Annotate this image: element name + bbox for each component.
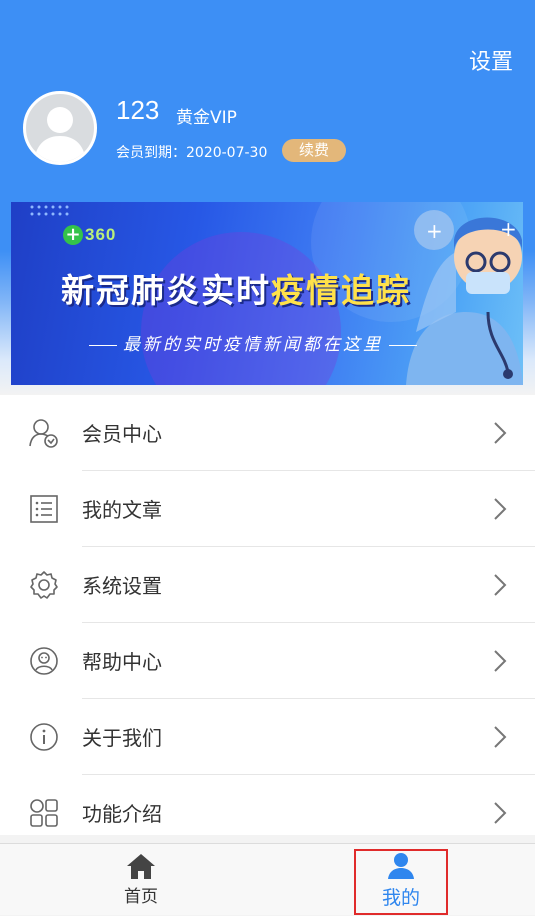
chevron-right-icon [494,726,507,748]
menu-item-member-center[interactable]: 会员中心 [0,395,535,471]
gear-icon [30,571,58,599]
member-icon [29,419,58,448]
menu-item-about-us[interactable]: 关于我们 [0,699,535,775]
divider-line [389,344,417,346]
chevron-right-icon [494,422,507,444]
vip-level: 黄金VIP [176,108,237,128]
banner-subtitle-text: 最新的实时疫情新闻都在这里 [123,335,383,355]
brand-logo-text: 360 [85,225,117,244]
username: 123 [116,95,160,125]
article-list-icon [30,495,58,523]
grid-icon [30,799,58,827]
default-avatar-icon [34,107,86,162]
info-icon [30,723,58,751]
svg-text:+: + [500,217,517,241]
person-icon [388,853,414,879]
menu-item-label: 功能介绍 [82,802,162,826]
plus-logo-icon: + [63,225,83,245]
chevron-right-icon [494,574,507,596]
menu-item-label: 系统设置 [82,574,162,598]
menu-item-help-center[interactable]: 帮助中心 [0,623,535,699]
renew-button[interactable]: 续费 [282,139,346,162]
nav-home-label: 首页 [124,887,158,907]
banner-title-main: 新冠肺炎实时 [61,271,271,310]
menu-list: 会员中心 我的文章 系统设置 帮助中心 关于我们 功能介绍 [0,395,535,835]
settings-link[interactable]: 设置 [469,44,513,76]
menu-item-label: 我的文章 [82,498,162,522]
menu-item-feature-intro[interactable]: 功能介绍 [0,775,535,835]
home-icon [127,854,155,879]
help-icon [30,647,58,675]
svg-text:+: + [426,219,443,243]
brand-logo: + 360 [63,224,116,246]
doctor-illustration: + + [406,210,523,385]
menu-item-my-articles[interactable]: 我的文章 [0,471,535,547]
chevron-right-icon [494,650,507,672]
bottom-navigation: 首页 我的 [0,843,535,915]
menu-item-label: 帮助中心 [82,650,162,674]
chevron-right-icon [494,802,507,824]
nav-mine-label: 我的 [381,887,420,909]
nav-mine[interactable]: 我的 [354,849,448,915]
divider-line [89,344,117,346]
banner-title: 新冠肺炎实时疫情追踪 [61,264,411,312]
membership-expire-text: 会员到期：2020-07-30 [116,145,268,161]
banner-dots-decor [30,205,69,216]
menu-item-system-settings[interactable]: 系统设置 [0,547,535,623]
banner-subtitle: 最新的实时疫情新闻都在这里 [83,330,423,355]
chevron-right-icon [494,498,507,520]
nav-home[interactable]: 首页 [94,844,188,916]
epidemic-tracking-banner[interactable]: + + + 360 新冠肺炎实时疫情追踪 最新的实时疫情新闻都在这里 [11,202,523,385]
banner-title-highlight: 疫情追踪 [271,271,411,310]
menu-item-label: 关于我们 [82,726,162,750]
menu-item-label: 会员中心 [82,422,162,446]
avatar[interactable] [23,91,97,165]
